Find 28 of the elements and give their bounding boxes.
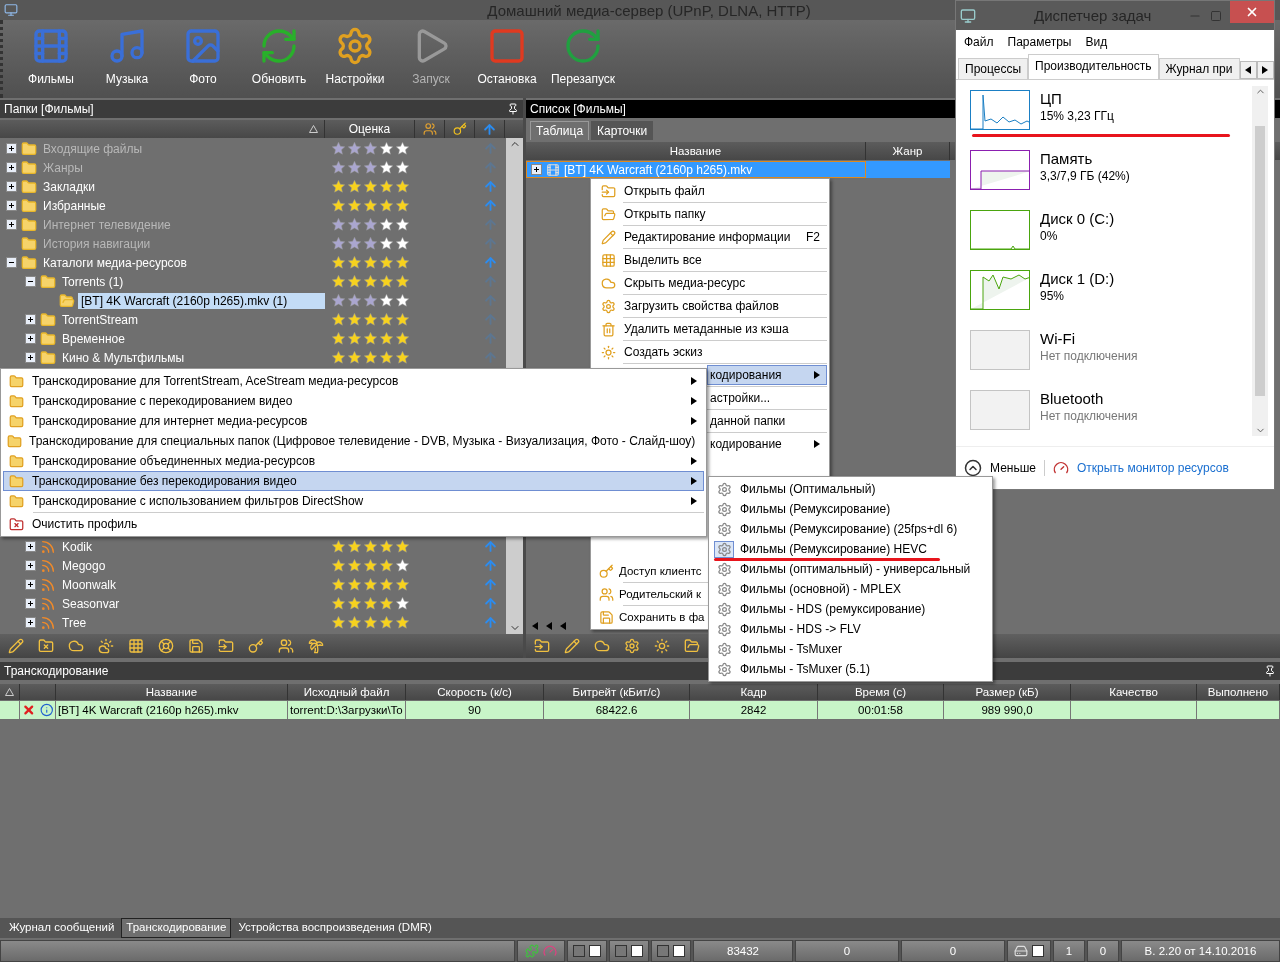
table-cell: 2842 — [740, 704, 767, 716]
resource-name: Диск 0 (C:) — [1040, 210, 1115, 228]
status-value: 0 — [1099, 945, 1107, 957]
panel-title: Список [Фильмы] — [530, 102, 626, 116]
table-cell: [BT] 4K Warcraft (2160p h265).mkv — [58, 704, 239, 716]
table-cell: torrent:D:\Загрузки\To — [290, 704, 403, 716]
table-cell: 00:01:58 — [858, 704, 903, 716]
status-value: 83432 — [727, 945, 759, 957]
resource-detail: Нет подключения — [1040, 409, 1138, 424]
panel-title: Транскодирование — [4, 664, 109, 678]
resource-detail: 95% — [1040, 289, 1066, 304]
table-cell: 68422.6 — [595, 704, 638, 716]
resource-name: Bluetooth — [1040, 390, 1105, 408]
panel-title: Папки [Фильмы] — [4, 102, 94, 116]
status-value: 0 — [949, 945, 957, 957]
version-label: В. 2.20 от 14.10.2016 — [1144, 945, 1257, 957]
resource-detail: Нет подключения — [1040, 349, 1138, 364]
resource-name: ЦП — [1040, 90, 1063, 108]
status-value: 0 — [843, 945, 851, 957]
resource-name: Память — [1040, 150, 1094, 168]
table-cell: 90 — [468, 704, 481, 716]
resource-name: Wi-Fi — [1040, 330, 1076, 348]
status-value: 1 — [1065, 945, 1073, 957]
resource-name: Диск 1 (D:) — [1040, 270, 1115, 288]
resource-detail: 15% 3,23 ГГц — [1040, 109, 1114, 124]
resource-detail: 0% — [1040, 229, 1059, 244]
table-cell: 989 990,0 — [981, 704, 1033, 716]
resource-detail: 3,3/7,9 ГБ (42%) — [1040, 169, 1130, 184]
